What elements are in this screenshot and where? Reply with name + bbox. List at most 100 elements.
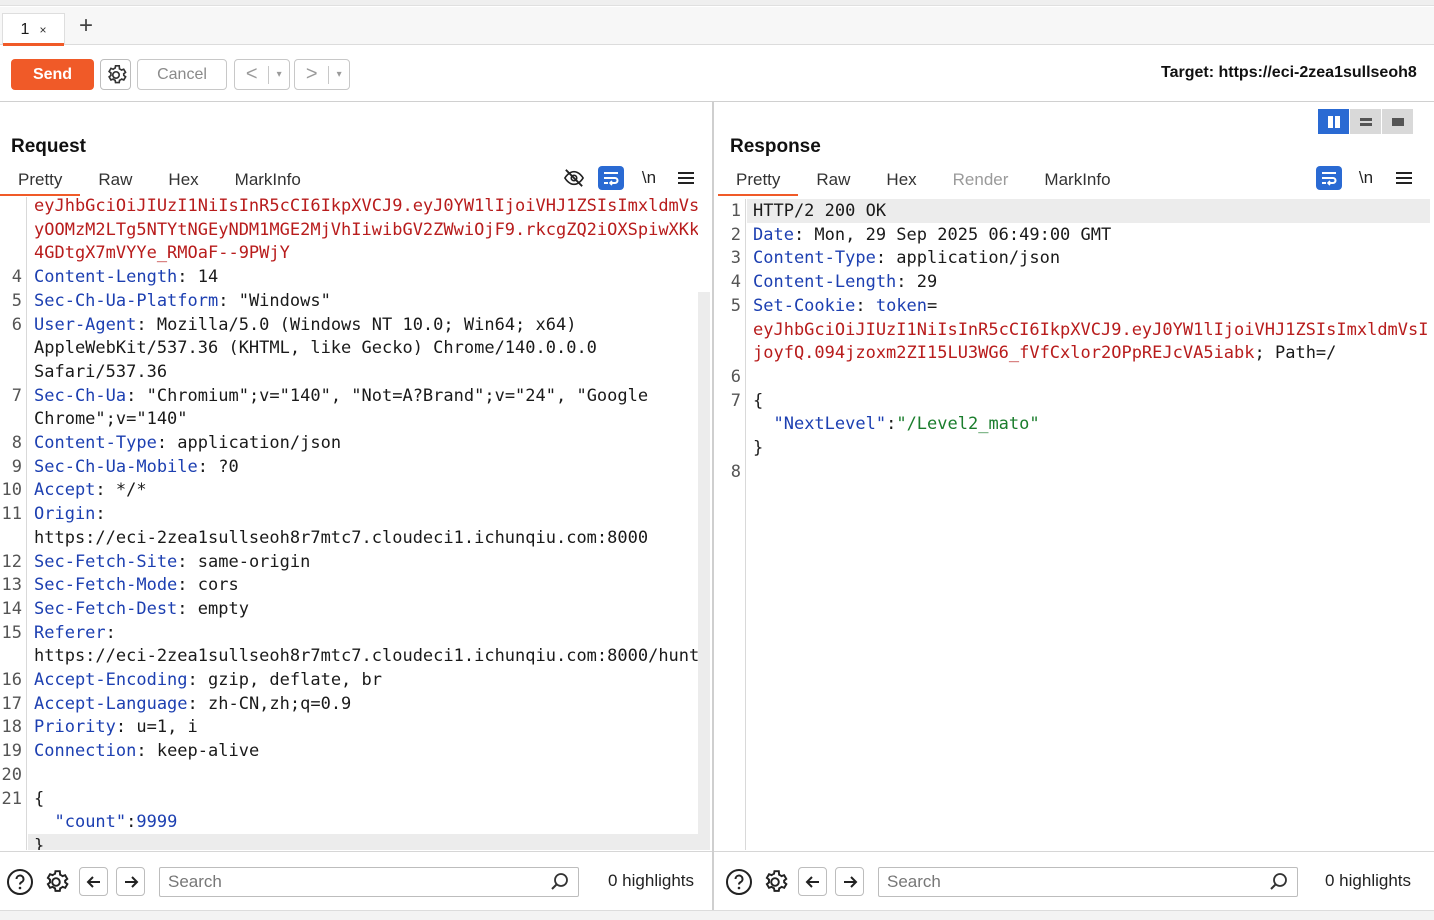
- header-name: User-Agent: [34, 314, 137, 335]
- close-tab-icon[interactable]: ×: [39, 23, 46, 37]
- line-text: Priority: u=1, i: [34, 715, 198, 739]
- help-button[interactable]: [724, 867, 753, 896]
- arrow-right-icon: [843, 875, 857, 888]
- text-value: : ?0: [197, 456, 239, 477]
- text-value: : empty: [177, 598, 249, 619]
- header-name: Sec-Ch-Ua-Platform: [34, 290, 219, 311]
- magnifier-icon: [1270, 873, 1287, 890]
- previous-match-button[interactable]: [79, 867, 108, 896]
- code-line: 4 Content-Length: 29: [718, 270, 1430, 294]
- line-text: Content-Length: 14: [34, 265, 218, 289]
- history-back-dropdown[interactable]: ▾: [269, 69, 289, 80]
- text-value: : 14: [177, 267, 219, 288]
- code-line: eyJhbGciOiJIUzI1NiIsInR5cCI6IkpXVCJ9.eyJ…: [718, 318, 1430, 342]
- history-back-button[interactable]: <: [235, 63, 268, 86]
- text-value: : Mozilla/5.0 (Windows NT 10.0; Win64; x…: [136, 314, 577, 335]
- history-forward-dropdown[interactable]: ▾: [329, 69, 349, 80]
- hamburger-icon: [1396, 172, 1412, 184]
- line-text: {: [753, 389, 763, 413]
- code-line: 7{: [718, 389, 1430, 413]
- text-value: : Mon, 29 Sep 2025 06:49:00 GMT: [793, 224, 1112, 245]
- tab-markinfo[interactable]: MarkInfo: [1026, 168, 1128, 196]
- text-value: :: [886, 414, 897, 435]
- search-settings-button[interactable]: [760, 867, 789, 896]
- header-name: token: [875, 295, 928, 316]
- line-number: 7: [11, 385, 22, 406]
- tabbed-layout-button[interactable]: [1382, 109, 1413, 134]
- tab-raw[interactable]: Raw: [798, 168, 868, 196]
- code-line: joyfQ.094jzoxm2ZI15LU3WG6_fVfCxlor2OPpRE…: [718, 341, 1430, 365]
- json-key: "count": [54, 812, 127, 833]
- code-line: 15 Referer:: [0, 621, 698, 645]
- wrap-lines-button[interactable]: [1316, 166, 1342, 190]
- request-menu-button[interactable]: [673, 166, 699, 190]
- line-text: Origin:: [34, 502, 106, 526]
- help-circle-icon: [6, 868, 33, 895]
- text-value: : */*: [95, 480, 147, 501]
- tab-1[interactable]: 1 ×: [2, 13, 65, 46]
- line-text: Accept: */*: [34, 478, 147, 502]
- code-line: }: [718, 436, 1430, 460]
- line-number: 14: [1, 598, 22, 619]
- search-input[interactable]: Search: [878, 867, 1298, 897]
- code-line: yOOMzM2LTg5NTYtNGEyNDM1MGE2MjVhIiwibGV2Z…: [0, 218, 698, 242]
- text-value: : same-origin: [177, 551, 311, 572]
- response-menu-button[interactable]: [1391, 166, 1417, 190]
- text-value: :: [126, 812, 137, 833]
- line-number: 4: [730, 272, 741, 293]
- request-scrollbar[interactable]: [698, 292, 710, 850]
- header-name: Sec-Fetch-Dest: [34, 598, 178, 619]
- send-button[interactable]: Send: [11, 59, 94, 90]
- split-horizontal-layout-button[interactable]: [1318, 109, 1349, 134]
- code-line: 17 Accept-Language: zh-CN,zh;q=0.9: [0, 692, 698, 716]
- tab-pretty[interactable]: Pretty: [718, 168, 799, 196]
- code-line: Safari/537.36: [0, 360, 698, 384]
- wrap-lines-button[interactable]: [598, 166, 624, 190]
- split-vertical-layout-button[interactable]: [1350, 109, 1381, 134]
- next-match-button[interactable]: [116, 867, 145, 896]
- tab-raw[interactable]: Raw: [80, 168, 150, 196]
- settings-button[interactable]: [100, 59, 131, 90]
- search-settings-button[interactable]: [41, 867, 70, 896]
- hide-nonprinting-button[interactable]: [561, 166, 587, 190]
- tab-markinfo[interactable]: MarkInfo: [217, 168, 319, 196]
- response-editor[interactable]: 1 HTTP/2 200 OK 2 Date: Mon, 29 Sep 2025 06…: [718, 199, 1430, 850]
- request-editor[interactable]: eyJhbGciOiJIUzI1NiIsInR5cCI6IkpXVCJ9.eyJ…: [0, 197, 698, 850]
- header-name: Date: [753, 224, 794, 245]
- new-tab-button[interactable]: +: [74, 14, 98, 39]
- code-line: "NextLevel":"/Level2_mato": [718, 412, 1430, 436]
- text-value: AppleWebKit/537.36 (KHTML, like Gecko) C…: [34, 338, 597, 359]
- line-text: "NextLevel":"/Level2_mato": [753, 412, 1039, 436]
- line-number: 13: [1, 575, 22, 596]
- code-line: 3 Content-Type: application/json: [718, 246, 1430, 270]
- line-number: 16: [1, 670, 22, 690]
- target-url[interactable]: Target: https://eci-2zea1sullseoh8: [1161, 64, 1417, 82]
- tab-render[interactable]: Render: [935, 168, 1027, 196]
- code-line: 14 Sec-Fetch-Dest: empty: [0, 597, 698, 621]
- text-value: https://eci-2zea1sullseoh8r7mtc7.cloudec…: [34, 646, 698, 667]
- tab-hex[interactable]: Hex: [868, 168, 934, 196]
- help-circle-icon: [725, 868, 752, 895]
- text-value: : "Chromium";v="140", "Not=A?Brand";v="2…: [126, 385, 649, 406]
- tab-hex[interactable]: Hex: [150, 168, 216, 196]
- pane-divider[interactable]: [712, 102, 714, 910]
- history-forward-button[interactable]: >: [295, 63, 328, 86]
- next-match-button[interactable]: [835, 867, 864, 896]
- line-text: Sec-Ch-Ua-Platform: "Windows": [34, 289, 331, 313]
- text-value: }: [34, 835, 45, 850]
- text-value: :: [105, 622, 116, 643]
- tab-pretty[interactable]: Pretty: [0, 168, 81, 196]
- header-name: Sec-Ch-Ua: [34, 385, 127, 406]
- search-input[interactable]: Search: [159, 867, 579, 897]
- help-button[interactable]: [5, 867, 34, 896]
- request-search-bar: Search 0 highlights: [0, 851, 712, 910]
- line-text: joyfQ.094jzoxm2ZI15LU3WG6_fVfCxlor2OPpRE…: [753, 341, 1336, 365]
- previous-match-button[interactable]: [798, 867, 827, 896]
- show-newlines-button[interactable]: \n: [636, 166, 662, 190]
- line-text: Accept-Encoding: gzip, deflate, br: [34, 668, 382, 692]
- line-number: 18: [1, 717, 22, 738]
- tab-label: 1: [20, 20, 30, 38]
- show-newlines-button[interactable]: \n: [1353, 166, 1379, 190]
- cancel-button[interactable]: Cancel: [137, 59, 227, 90]
- code-line: 21 {: [0, 787, 698, 811]
